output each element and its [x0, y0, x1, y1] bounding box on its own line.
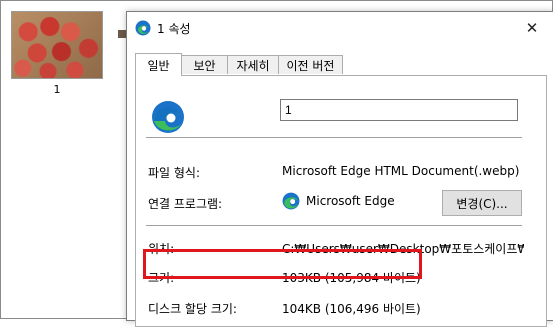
separator	[146, 225, 522, 226]
change-button[interactable]: 변경(C)...	[442, 190, 522, 216]
close-icon[interactable]: ✕	[515, 14, 549, 42]
size-highlight-box	[143, 249, 422, 279]
dialog-title: 1 속성	[157, 22, 191, 36]
file-name-input[interactable]	[280, 99, 518, 121]
file-type-value: Microsoft Edge HTML Document(.webp)	[282, 164, 520, 178]
disk-size-value: 104KB (106,496 바이트)	[282, 302, 421, 316]
general-panel: 파일 형식: Microsoft Edge HTML Document(.web…	[135, 75, 547, 327]
tab-details[interactable]: 자세히	[227, 55, 279, 74]
opens-with-label: 연결 프로그램:	[148, 197, 223, 211]
file-thumbnail[interactable]	[11, 11, 103, 79]
dialog-titlebar[interactable]: 1 속성 ✕	[127, 12, 553, 44]
tab-security[interactable]: 보안	[181, 55, 228, 74]
separator	[146, 137, 522, 138]
tab-previous-versions[interactable]: 이전 버전	[278, 55, 343, 74]
opens-with-value: Microsoft Edge	[306, 194, 395, 208]
file-thumbnail-label[interactable]: 1	[11, 83, 103, 96]
disk-size-label: 디스크 할당 크기:	[148, 302, 237, 316]
edge-icon	[135, 20, 151, 36]
partial-file-icon	[118, 30, 126, 38]
edge-file-icon	[152, 101, 184, 133]
tab-general[interactable]: 일반	[135, 53, 182, 76]
edge-icon	[282, 192, 300, 210]
file-type-label: 파일 형식:	[148, 166, 201, 180]
